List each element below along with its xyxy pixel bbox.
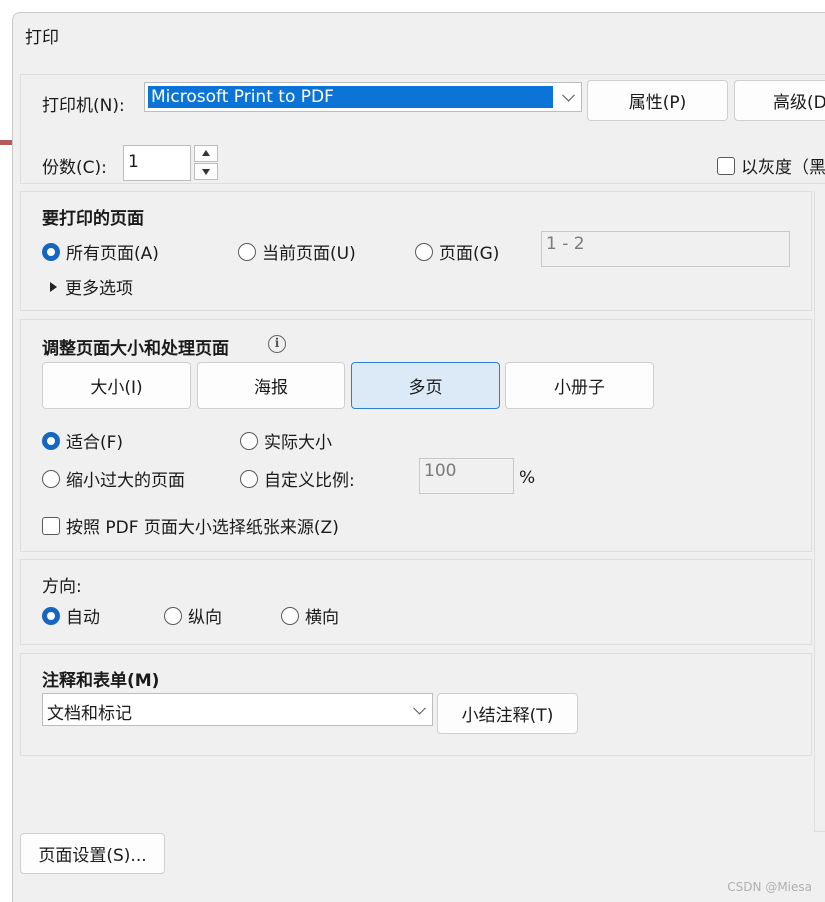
checkbox-box [717, 156, 735, 175]
grayscale-label: 以灰度（黑 [741, 158, 825, 178]
radio-dot [415, 242, 433, 261]
comments-panel: 注释和表单(M) 文档和标记 小结注释(T) [20, 653, 812, 756]
grayscale-checkbox[interactable]: 以灰度（黑 [717, 153, 825, 178]
watermark: CSDN @Miesa [727, 880, 812, 894]
info-icon[interactable]: i [268, 335, 286, 353]
radio-actual-size[interactable]: 实际大小 [240, 428, 332, 453]
pages-to-print-heading: 要打印的页面 [42, 209, 144, 229]
radio-dot [240, 431, 258, 450]
tab-poster[interactable]: 海报 [197, 362, 345, 409]
comments-heading: 注释和表单(M) [42, 671, 160, 691]
summarize-comments-button[interactable]: 小结注释(T) [437, 693, 578, 734]
paper-source-checkbox[interactable]: 按照 PDF 页面大小选择纸张来源(Z) [42, 513, 339, 538]
radio-all-pages-label: 所有页面(A) [66, 244, 159, 264]
page-sizing-heading: 调整页面大小和处理页面 [42, 339, 229, 359]
radio-landscape-label: 横向 [305, 608, 339, 628]
radio-shrink[interactable]: 缩小过大的页面 [42, 466, 185, 491]
orientation-heading: 方向: [42, 577, 82, 597]
radio-pages[interactable]: 页面(G) [415, 239, 499, 264]
radio-dot-selected [42, 242, 60, 261]
chevron-down-icon [562, 88, 575, 102]
arrow-up-icon [202, 150, 210, 156]
radio-dot [238, 242, 256, 261]
pages-to-print-panel: 要打印的页面 所有页面(A) 当前页面(U) 页面(G) 1 - 2 更多选项 [20, 191, 812, 311]
radio-current-page[interactable]: 当前页面(U) [238, 239, 356, 264]
page-sizing-panel: 调整页面大小和处理页面 i 大小(I) 海报 多页 小册子 适合(F) 实际大小… [20, 319, 812, 552]
scale-input[interactable]: 100 [419, 458, 514, 494]
radio-landscape[interactable]: 横向 [281, 603, 339, 628]
tab-multiple[interactable]: 多页 [351, 362, 500, 409]
radio-dot [42, 469, 60, 488]
expand-arrow-icon [50, 281, 57, 292]
copies-increment-button[interactable] [194, 145, 218, 162]
chevron-down-icon [413, 701, 426, 715]
dialog-title: 打印 [25, 28, 59, 48]
copies-input[interactable]: 1 [123, 145, 191, 181]
printer-panel: 打印机(N): Microsoft Print to PDF 属性(P) 高级(… [20, 74, 825, 184]
properties-button[interactable]: 属性(P) [587, 80, 728, 121]
radio-auto-label: 自动 [66, 608, 100, 628]
orientation-panel: 方向: 自动 纵向 横向 [20, 559, 812, 645]
radio-portrait-label: 纵向 [188, 608, 222, 628]
more-options-toggle[interactable]: 更多选项 [50, 274, 133, 299]
tab-size[interactable]: 大小(I) [42, 362, 191, 409]
radio-fit-label: 适合(F) [66, 433, 124, 453]
radio-fit[interactable]: 适合(F) [42, 428, 123, 453]
radio-dot [281, 606, 299, 625]
print-dialog: 打印 打印机(N): Microsoft Print to PDF 属性(P) … [12, 12, 825, 902]
arrow-down-icon [202, 169, 210, 175]
radio-all-pages[interactable]: 所有页面(A) [42, 239, 159, 264]
radio-current-page-label: 当前页面(U) [262, 244, 356, 264]
radio-actual-size-label: 实际大小 [264, 433, 332, 453]
radio-portrait[interactable]: 纵向 [164, 603, 222, 628]
percent-label: % [519, 468, 536, 488]
preview-panel-edge [814, 191, 825, 832]
page-setup-button[interactable]: 页面设置(S)... [20, 833, 165, 874]
printer-label: 打印机(N): [42, 96, 125, 116]
radio-auto[interactable]: 自动 [42, 603, 100, 628]
printer-select[interactable]: Microsoft Print to PDF [144, 82, 582, 112]
comments-select[interactable]: 文档和标记 [42, 693, 433, 726]
paper-source-label: 按照 PDF 页面大小选择纸张来源(Z) [66, 518, 339, 538]
radio-dot-selected [42, 606, 60, 625]
checkbox-box [42, 516, 60, 535]
comments-selected-value: 文档和标记 [47, 704, 132, 724]
more-options-label: 更多选项 [65, 279, 133, 299]
radio-dot-selected [42, 431, 60, 450]
copies-decrement-button[interactable] [194, 163, 218, 180]
copies-label: 份数(C): [42, 158, 107, 178]
radio-dot [240, 469, 258, 488]
page-range-input[interactable]: 1 - 2 [541, 231, 790, 267]
radio-pages-label: 页面(G) [439, 244, 500, 264]
radio-dot [164, 606, 182, 625]
radio-custom-scale[interactable]: 自定义比例: [240, 466, 355, 491]
tab-booklet[interactable]: 小册子 [505, 362, 654, 409]
radio-custom-scale-label: 自定义比例: [264, 471, 355, 491]
radio-shrink-label: 缩小过大的页面 [66, 471, 185, 491]
printer-selected-value: Microsoft Print to PDF [148, 86, 553, 108]
advanced-button[interactable]: 高级(D [734, 80, 825, 121]
